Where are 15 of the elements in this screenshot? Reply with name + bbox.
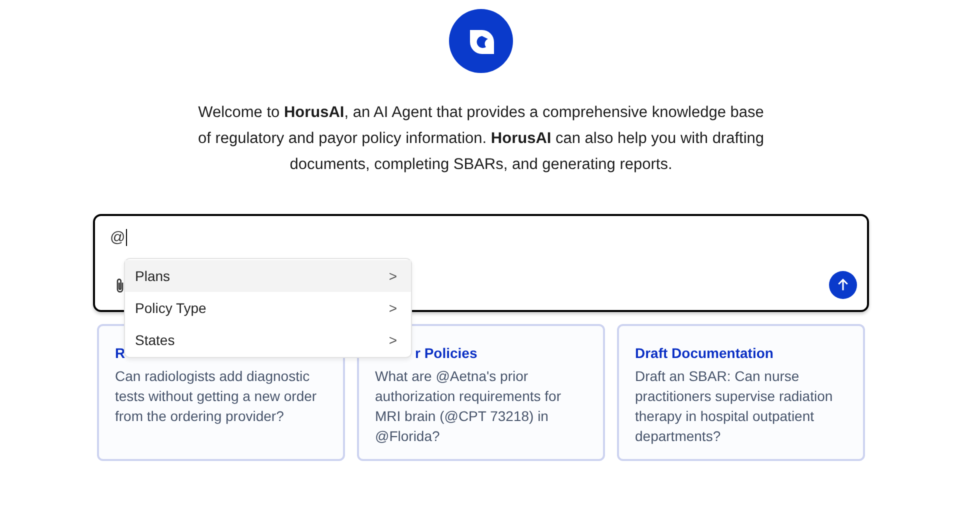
menu-item[interactable]: Policy Type > (125, 292, 411, 324)
suggestion-card[interactable]: Draft Documentation Draft an SBAR: Can nurse practitioners supervise radiation therapy in hospital outpatient departments? (617, 324, 865, 461)
paperclip-icon[interactable] (115, 277, 125, 295)
card-text: What are @Aetna's prior authorization requirements for MRI brain (@CPT 73218) in @Florida? (375, 367, 562, 446)
chevron-icon: > (388, 332, 397, 348)
input-text: @ (110, 229, 126, 246)
card-text: Can radiologists add diagnostic tests without getting a new order from the ordering provider? (115, 367, 318, 426)
card-text: Draft an SBAR: Can nurse practitioners supervise radiation therapy in hospital outpatient departments? (635, 367, 834, 446)
logo-icon (449, 9, 513, 73)
send-button[interactable] (829, 271, 857, 299)
chevron-icon: > (388, 268, 397, 284)
welcome-text: Welcome to HorusAI, an AI Agent that provides a comprehensive knowledge base of regulatory and payor policy information. HorusAI can also help you with drafting documents, completing SBARs, and generating reports. (196, 103, 766, 175)
chevron-icon: > (388, 300, 397, 316)
menu-item[interactable]: Plans > (125, 260, 411, 292)
arrow-up-icon (836, 278, 850, 292)
